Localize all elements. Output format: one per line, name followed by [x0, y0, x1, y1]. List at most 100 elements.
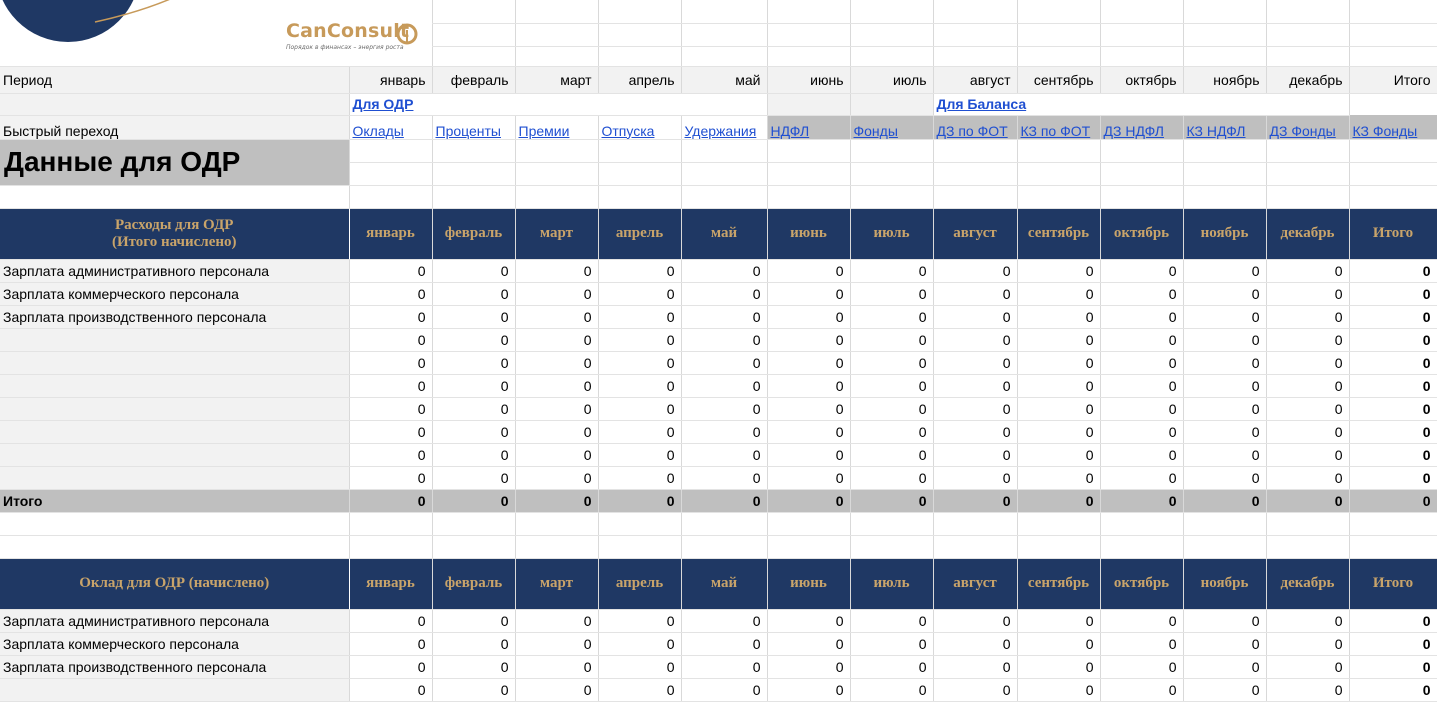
empty-cell[interactable] — [1349, 0, 1437, 24]
empty-cell[interactable] — [0, 535, 350, 559]
value-cell[interactable]: 0 — [515, 678, 599, 702]
empty-cell[interactable] — [598, 139, 682, 163]
value-cell[interactable]: 0 — [1183, 351, 1267, 375]
empty-cell[interactable] — [850, 139, 934, 163]
total-value-cell[interactable]: 0 — [598, 489, 682, 513]
value-cell[interactable]: 0 — [1183, 374, 1267, 398]
value-cell[interactable]: 0 — [681, 466, 768, 490]
value-cell[interactable]: 0 — [933, 443, 1018, 467]
value-cell[interactable]: 0 — [767, 282, 851, 306]
empty-cell[interactable] — [681, 0, 768, 24]
value-cell[interactable]: 0 — [850, 632, 934, 656]
value-cell[interactable]: 0 — [515, 655, 599, 679]
value-cell[interactable]: 0 — [681, 420, 768, 444]
value-cell[interactable]: 0 — [1017, 282, 1101, 306]
empty-cell[interactable] — [767, 185, 851, 209]
value-cell[interactable]: 0 — [515, 374, 599, 398]
value-cell[interactable]: 0 — [1017, 609, 1101, 633]
nav-link-9[interactable]: КЗ по ФОТ — [1021, 123, 1091, 139]
value-cell[interactable]: 0 — [432, 678, 516, 702]
value-cell[interactable]: 0 — [1266, 259, 1350, 283]
value-cell[interactable]: 0 — [349, 609, 433, 633]
empty-cell[interactable] — [1349, 162, 1437, 186]
value-cell[interactable]: 0 — [1017, 351, 1101, 375]
empty-cell[interactable] — [767, 162, 851, 186]
empty-cell[interactable] — [1100, 139, 1184, 163]
value-cell[interactable]: 0 — [1100, 259, 1184, 283]
value-cell[interactable]: 0 — [1183, 305, 1267, 329]
empty-cell[interactable] — [681, 23, 768, 47]
value-cell[interactable]: 0 — [850, 374, 934, 398]
value-cell[interactable]: 0 — [515, 609, 599, 633]
empty-cell[interactable] — [0, 512, 350, 536]
empty-cell[interactable] — [432, 23, 516, 47]
row-total-cell[interactable]: 0 — [1349, 443, 1437, 467]
empty-cell[interactable] — [598, 512, 682, 536]
empty-cell[interactable] — [767, 0, 851, 24]
total-value-cell[interactable]: 0 — [1100, 489, 1184, 513]
value-cell[interactable]: 0 — [933, 466, 1018, 490]
value-cell[interactable]: 0 — [432, 282, 516, 306]
empty-cell[interactable] — [767, 46, 851, 67]
nav-link-6[interactable]: НДФЛ — [771, 123, 810, 139]
value-cell[interactable]: 0 — [1017, 305, 1101, 329]
empty-cell[interactable] — [933, 512, 1018, 536]
value-cell[interactable]: 0 — [850, 397, 934, 421]
value-cell[interactable]: 0 — [349, 351, 433, 375]
empty-cell[interactable] — [515, 46, 599, 67]
empty-cell[interactable] — [767, 23, 851, 47]
value-cell[interactable]: 0 — [1100, 374, 1184, 398]
value-cell[interactable]: 0 — [515, 466, 599, 490]
empty-cell[interactable] — [933, 0, 1018, 24]
value-cell[interactable]: 0 — [681, 305, 768, 329]
empty-cell[interactable] — [598, 46, 682, 67]
empty-cell[interactable] — [515, 512, 599, 536]
value-cell[interactable]: 0 — [933, 632, 1018, 656]
value-cell[interactable]: 0 — [598, 678, 682, 702]
value-cell[interactable]: 0 — [432, 305, 516, 329]
value-cell[interactable]: 0 — [598, 374, 682, 398]
value-cell[interactable]: 0 — [432, 420, 516, 444]
value-cell[interactable]: 0 — [933, 397, 1018, 421]
empty-cell[interactable] — [767, 512, 851, 536]
value-cell[interactable]: 0 — [349, 282, 433, 306]
value-cell[interactable]: 0 — [349, 655, 433, 679]
value-cell[interactable]: 0 — [1017, 655, 1101, 679]
value-cell[interactable]: 0 — [432, 351, 516, 375]
nav-link-12[interactable]: ДЗ Фонды — [1270, 123, 1336, 139]
empty-cell[interactable] — [1100, 162, 1184, 186]
value-cell[interactable]: 0 — [432, 609, 516, 633]
empty-cell[interactable] — [681, 535, 768, 559]
value-cell[interactable]: 0 — [1266, 374, 1350, 398]
value-cell[interactable]: 0 — [349, 420, 433, 444]
total-value-cell[interactable]: 0 — [1183, 489, 1267, 513]
empty-cell[interactable] — [1266, 162, 1350, 186]
value-cell[interactable]: 0 — [598, 259, 682, 283]
total-value-cell[interactable]: 0 — [1017, 489, 1101, 513]
total-value-cell[interactable]: 0 — [1266, 489, 1350, 513]
empty-cell[interactable] — [1183, 46, 1267, 67]
value-cell[interactable]: 0 — [1266, 632, 1350, 656]
value-cell[interactable]: 0 — [681, 328, 768, 352]
value-cell[interactable]: 0 — [1100, 632, 1184, 656]
value-cell[interactable]: 0 — [1017, 259, 1101, 283]
empty-cell[interactable] — [1266, 139, 1350, 163]
empty-cell[interactable] — [349, 512, 433, 536]
empty-cell[interactable] — [1017, 139, 1101, 163]
empty-cell[interactable] — [1100, 23, 1184, 47]
value-cell[interactable]: 0 — [933, 374, 1018, 398]
empty-cell[interactable] — [850, 46, 934, 67]
empty-cell[interactable] — [1349, 46, 1437, 67]
value-cell[interactable]: 0 — [933, 655, 1018, 679]
value-cell[interactable]: 0 — [681, 259, 768, 283]
empty-cell[interactable] — [349, 139, 433, 163]
value-cell[interactable]: 0 — [1017, 328, 1101, 352]
value-cell[interactable]: 0 — [933, 259, 1018, 283]
empty-cell[interactable] — [681, 162, 768, 186]
value-cell[interactable]: 0 — [850, 678, 934, 702]
empty-cell[interactable] — [850, 512, 934, 536]
value-cell[interactable]: 0 — [767, 351, 851, 375]
empty-cell[interactable] — [933, 23, 1018, 47]
value-cell[interactable]: 0 — [933, 609, 1018, 633]
empty-cell[interactable] — [1349, 185, 1437, 209]
